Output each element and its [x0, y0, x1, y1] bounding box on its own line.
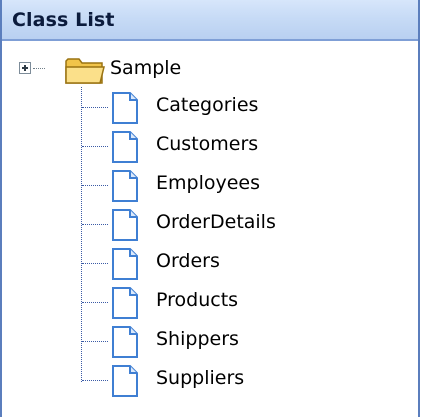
- tree-connector-line: [82, 341, 108, 342]
- tree-node-child[interactable]: Orders: [2, 245, 402, 281]
- tree-node-label[interactable]: Suppliers: [156, 367, 244, 389]
- tree-node-child[interactable]: Products: [2, 284, 402, 320]
- tree-node-child[interactable]: Customers: [2, 128, 402, 164]
- tree-node-label[interactable]: Categories: [156, 94, 258, 116]
- tree-connector-line: [82, 302, 108, 303]
- tree-node-child[interactable]: Shippers: [2, 323, 402, 359]
- tree-node-child[interactable]: Employees: [2, 167, 402, 203]
- tree-node-label[interactable]: Orders: [156, 250, 220, 272]
- tree-connector-line: [82, 107, 108, 108]
- tree-connector-line: [82, 224, 108, 225]
- tree-connector-line: [82, 146, 108, 147]
- tree-connector-line: [33, 68, 45, 69]
- document-icon: [112, 365, 138, 397]
- document-icon: [112, 170, 138, 202]
- tree-node-label[interactable]: Employees: [156, 172, 260, 194]
- panel-header: Class List: [2, 0, 418, 41]
- document-icon: [112, 287, 138, 319]
- tree-node-child[interactable]: OrderDetails: [2, 206, 402, 242]
- document-icon: [112, 326, 138, 358]
- class-tree: Sample Categories Customers Employees Order…: [2, 41, 418, 417]
- tree-node-label[interactable]: Shippers: [156, 328, 239, 350]
- tree-node-child[interactable]: Categories: [2, 89, 402, 125]
- tree-node-sample[interactable]: Sample: [2, 55, 362, 85]
- document-icon: [112, 131, 138, 163]
- document-icon: [112, 92, 138, 124]
- tree-node-label[interactable]: Customers: [156, 133, 258, 155]
- document-icon: [112, 209, 138, 241]
- tree-connector-line: [82, 380, 108, 381]
- class-list-panel: Class List Sample Categories Customers Emp…: [0, 0, 420, 417]
- tree-node-child[interactable]: Suppliers: [2, 362, 402, 398]
- tree-node-label[interactable]: Sample: [110, 57, 181, 79]
- tree-connector-line: [82, 263, 108, 264]
- tree-connector-line: [82, 185, 108, 186]
- panel-title: Class List: [12, 8, 115, 31]
- document-icon: [112, 248, 138, 280]
- folder-icon: [65, 58, 105, 84]
- tree-node-label[interactable]: Products: [156, 289, 238, 311]
- expand-plus-icon[interactable]: [19, 62, 31, 74]
- tree-node-label[interactable]: OrderDetails: [156, 211, 276, 233]
